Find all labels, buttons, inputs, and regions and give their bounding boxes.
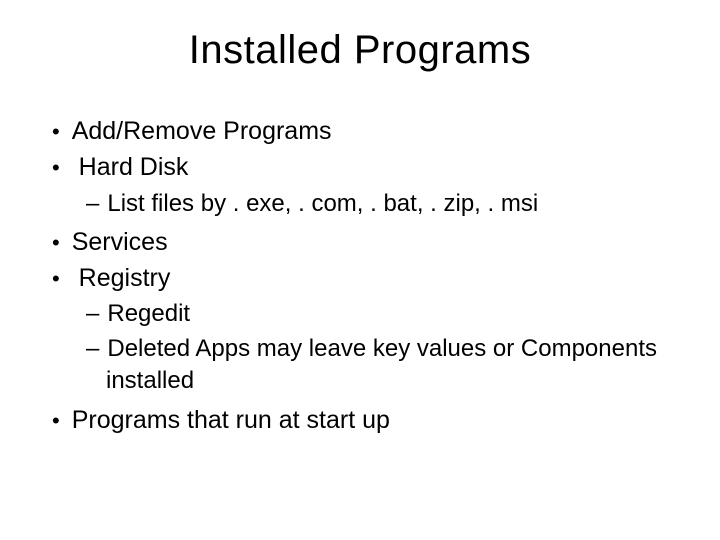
bullet-list: Add/Remove Programs Hard Disk List files… <box>30 115 690 437</box>
list-item: List files by . exe, . com, . bat, . zip… <box>72 188 690 220</box>
list-item: Hard Disk List files by . exe, . com, . … <box>30 151 690 220</box>
item-text: List files by . exe, . com, . bat, . zip… <box>107 190 538 217</box>
item-text: Programs that run at start up <box>72 406 390 434</box>
sub-list: List files by . exe, . com, . bat, . zip… <box>72 188 690 220</box>
sub-list: Regedit Deleted Apps may leave key value… <box>72 298 690 397</box>
item-text: Hard Disk <box>79 153 189 181</box>
list-item: Programs that run at start up <box>30 404 690 438</box>
list-item: Registry Regedit Deleted Apps may leave … <box>30 262 690 398</box>
item-text: Regedit <box>107 300 190 327</box>
list-item: Deleted Apps may leave key values or Com… <box>72 333 690 398</box>
item-text: Add/Remove Programs <box>72 117 332 145</box>
list-item: Regedit <box>72 298 690 330</box>
list-item: Services <box>30 226 690 260</box>
slide-content: Add/Remove Programs Hard Disk List files… <box>30 115 690 437</box>
item-text: Registry <box>79 264 171 292</box>
item-text: Deleted Apps may leave key values or Com… <box>106 335 657 394</box>
slide-title: Installed Programs <box>30 28 690 73</box>
list-item: Add/Remove Programs <box>30 115 690 149</box>
item-text: Services <box>72 228 168 256</box>
